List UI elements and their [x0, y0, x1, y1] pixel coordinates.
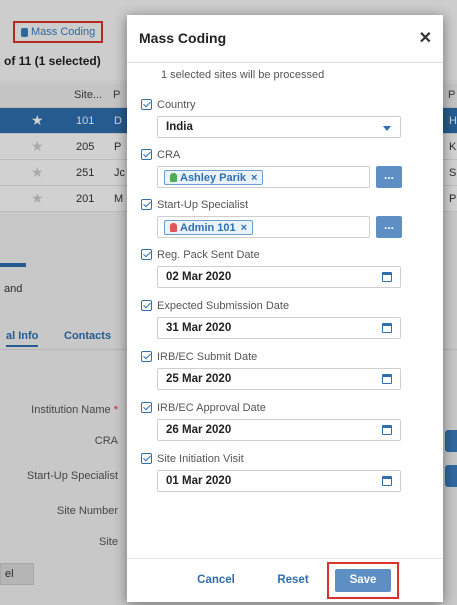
cra-checkbox[interactable]	[141, 149, 152, 160]
site-initiation-visit-field: Site Initiation Visit 01 Mar 2020	[141, 451, 431, 492]
close-icon[interactable]: ✕	[419, 28, 432, 48]
irb-submit-date-checkbox[interactable]	[141, 351, 152, 362]
selection-summary: 1 selected sites will be processed	[161, 69, 325, 81]
calendar-icon[interactable]	[382, 272, 392, 282]
country-checkbox[interactable]	[141, 99, 152, 110]
expected-submission-date-input[interactable]: 31 Mar 2020	[157, 317, 401, 339]
dialog-title: Mass Coding	[139, 30, 227, 46]
irb-approval-date-label: IRB/EC Approval Date	[157, 401, 266, 414]
save-button[interactable]: Save	[335, 569, 391, 592]
cancel-button[interactable]: Cancel	[189, 568, 243, 593]
dialog-footer: Cancel Reset Save	[127, 558, 443, 602]
startup-specialist-lookup-button[interactable]: ...	[376, 216, 402, 238]
country-label: Country	[157, 98, 196, 111]
reg-pack-sent-date-value: 02 Mar 2020	[166, 271, 232, 283]
irb-submit-date-value: 25 Mar 2020	[166, 373, 232, 385]
site-initiation-visit-input[interactable]: 01 Mar 2020	[157, 470, 401, 492]
country-field: Country India	[141, 97, 431, 138]
chevron-down-icon	[383, 126, 391, 131]
expected-submission-date-label: Expected Submission Date	[157, 299, 290, 312]
country-select[interactable]: India	[157, 116, 401, 138]
country-value: India	[166, 121, 193, 133]
startup-specialist-chip: Admin 101 ×	[164, 220, 254, 235]
cra-field: CRA Ashley Parik × ...	[141, 147, 431, 188]
person-icon	[170, 173, 177, 182]
reset-button[interactable]: Reset	[269, 568, 317, 593]
calendar-icon[interactable]	[382, 425, 392, 435]
calendar-icon[interactable]	[382, 374, 392, 384]
expected-submission-date-value: 31 Mar 2020	[166, 322, 232, 334]
irb-approval-date-value: 26 Mar 2020	[166, 424, 232, 436]
person-icon	[170, 223, 177, 232]
cra-label: CRA	[157, 148, 181, 161]
site-initiation-visit-label: Site Initiation Visit	[157, 452, 244, 465]
site-initiation-visit-checkbox[interactable]	[141, 453, 152, 464]
irb-approval-date-field: IRB/EC Approval Date 26 Mar 2020	[141, 400, 431, 441]
mass-coding-dialog: Mass Coding ✕ 1 selected sites will be p…	[127, 15, 443, 602]
cra-chip-label: Ashley Parik	[180, 171, 247, 184]
startup-specialist-chip-label: Admin 101	[180, 221, 236, 234]
startup-specialist-checkbox[interactable]	[141, 199, 152, 210]
irb-submit-date-input[interactable]: 25 Mar 2020	[157, 368, 401, 390]
irb-approval-date-checkbox[interactable]	[141, 402, 152, 413]
expected-submission-date-field: Expected Submission Date 31 Mar 2020	[141, 298, 431, 339]
reg-pack-sent-date-label: Reg. Pack Sent Date	[157, 248, 260, 261]
irb-approval-date-input[interactable]: 26 Mar 2020	[157, 419, 401, 441]
remove-chip-icon[interactable]: ×	[241, 222, 247, 234]
irb-submit-date-label: IRB/EC Submit Date	[157, 350, 258, 363]
cra-picker[interactable]: Ashley Parik ×	[157, 166, 370, 188]
startup-specialist-field: Start-Up Specialist Admin 101 × ...	[141, 197, 431, 238]
reg-pack-sent-date-checkbox[interactable]	[141, 249, 152, 260]
expected-submission-date-checkbox[interactable]	[141, 300, 152, 311]
reg-pack-sent-date-input[interactable]: 02 Mar 2020	[157, 266, 401, 288]
startup-specialist-label: Start-Up Specialist	[157, 198, 249, 211]
startup-specialist-picker[interactable]: Admin 101 ×	[157, 216, 370, 238]
save-highlight: Save	[327, 562, 399, 599]
dialog-header: Mass Coding ✕	[127, 15, 443, 63]
site-initiation-visit-value: 01 Mar 2020	[166, 475, 232, 487]
irb-submit-date-field: IRB/EC Submit Date 25 Mar 2020	[141, 349, 431, 390]
calendar-icon[interactable]	[382, 476, 392, 486]
cra-lookup-button[interactable]: ...	[376, 166, 402, 188]
calendar-icon[interactable]	[382, 323, 392, 333]
remove-chip-icon[interactable]: ×	[251, 172, 257, 184]
reg-pack-sent-date-field: Reg. Pack Sent Date 02 Mar 2020	[141, 247, 431, 288]
cra-chip: Ashley Parik ×	[164, 170, 264, 185]
